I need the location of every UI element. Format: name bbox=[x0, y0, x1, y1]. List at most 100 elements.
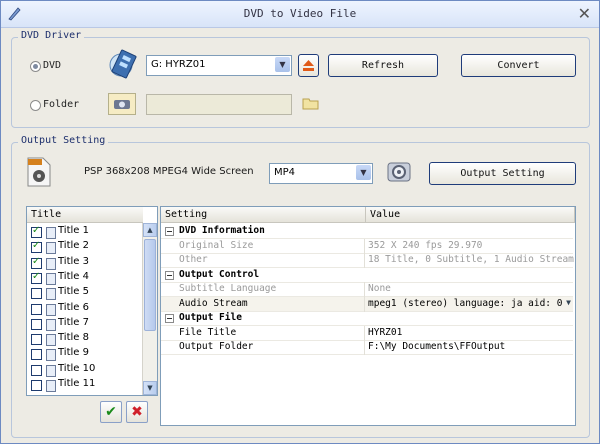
title-label: Title 9 bbox=[58, 347, 89, 359]
document-icon bbox=[46, 288, 56, 301]
chevron-down-icon[interactable]: ▼ bbox=[566, 298, 571, 307]
dvd-radio[interactable] bbox=[30, 61, 41, 72]
title-list-item[interactable]: Title 7 bbox=[31, 317, 141, 332]
grid-setting-row: Original Size 352 X 240 fps 29.970 bbox=[161, 238, 573, 254]
scroll-up-icon[interactable]: ▲ bbox=[143, 223, 157, 237]
setting-name: DVD Information bbox=[179, 225, 265, 236]
setting-value[interactable]: mpeg1 (stereo) language: ja aid: 0 bbox=[368, 298, 562, 309]
title-list-item[interactable]: Title 6 bbox=[31, 302, 141, 317]
grid-setting-row[interactable]: Output Folder F:\My Documents\FFOutput bbox=[161, 340, 573, 355]
value-column-header: Value bbox=[366, 207, 575, 223]
media-file-icon bbox=[27, 157, 51, 187]
format-select[interactable]: MP4 ▼ bbox=[269, 163, 373, 184]
title-list-item[interactable]: Title 4 bbox=[31, 271, 141, 286]
scroll-down-icon[interactable]: ▼ bbox=[143, 381, 157, 395]
grid-setting-row[interactable]: Audio Stream mpeg1 (stereo) language: ja … bbox=[161, 296, 573, 312]
title-list-item[interactable]: Title 9 bbox=[31, 347, 141, 362]
title-list-item[interactable]: Title 10 bbox=[31, 363, 141, 378]
document-icon bbox=[46, 272, 56, 285]
document-icon bbox=[46, 303, 56, 316]
document-icon bbox=[46, 318, 56, 331]
setting-name: Output File bbox=[179, 312, 242, 323]
setting-name: Other bbox=[179, 254, 208, 265]
setting-value: 18 Title, 0 Subtitle, 1 Audio Stream bbox=[368, 254, 574, 265]
title-checkbox[interactable] bbox=[31, 380, 42, 391]
title-checkbox[interactable] bbox=[31, 288, 42, 300]
title-checkbox[interactable] bbox=[31, 271, 42, 284]
setting-value: 352 X 240 fps 29.970 bbox=[368, 239, 483, 251]
refresh-button[interactable]: Refresh bbox=[328, 54, 438, 77]
title-list-item[interactable]: Title 5 bbox=[31, 286, 141, 301]
grid-setting-row: Other 18 Title, 0 Subtitle, 1 Audio Strea… bbox=[161, 253, 574, 268]
title-list-item[interactable]: Title 3 bbox=[31, 256, 141, 271]
collapse-icon[interactable] bbox=[165, 270, 174, 280]
folder-radio-label: Folder bbox=[43, 99, 80, 110]
dvd-radio-label: DVD bbox=[43, 60, 62, 71]
setting-name: Output Control bbox=[179, 268, 260, 280]
convert-button[interactable]: Convert bbox=[461, 54, 576, 77]
title-checkbox[interactable] bbox=[31, 364, 42, 376]
document-icon bbox=[46, 242, 56, 255]
close-icon[interactable]: ✕ bbox=[578, 4, 591, 23]
title-list: Title ▲ ▼ Title 1 Title 2 Title 3 Title 4 Ti… bbox=[26, 206, 158, 396]
setting-value[interactable]: HYRZ01 bbox=[368, 327, 402, 338]
dvd-driver-legend: DVD Driver bbox=[18, 30, 85, 41]
uncheck-all-button[interactable]: ✖ bbox=[126, 401, 148, 423]
eject-icon bbox=[303, 60, 314, 71]
title-list-item[interactable]: Title 8 bbox=[31, 332, 141, 347]
column-divider bbox=[364, 340, 365, 355]
format-select-value: MP4 bbox=[274, 167, 296, 178]
folder-camera-icon[interactable] bbox=[108, 93, 136, 115]
title-list-header: Title bbox=[27, 207, 143, 223]
scroll-thumb[interactable] bbox=[144, 239, 156, 331]
document-icon bbox=[46, 227, 56, 239]
title-list-item[interactable]: Title 1 bbox=[31, 225, 141, 240]
window-title: DVD to Video File bbox=[243, 7, 357, 20]
output-setting-button[interactable]: Output Setting bbox=[429, 162, 576, 185]
title-label: Title 10 bbox=[58, 362, 96, 374]
title-label: Title 11 bbox=[58, 378, 96, 389]
column-divider bbox=[364, 296, 365, 312]
folder-path-field bbox=[146, 94, 292, 115]
drive-select-value: G: HYRZ01 bbox=[151, 59, 206, 70]
title-checkbox[interactable] bbox=[31, 225, 42, 238]
title-label: Title 5 bbox=[58, 286, 89, 298]
column-divider bbox=[364, 253, 365, 268]
film-disc-icon bbox=[109, 49, 137, 79]
title-label: Title 7 bbox=[58, 316, 89, 328]
document-icon bbox=[46, 364, 56, 377]
folder-radio[interactable] bbox=[30, 100, 41, 111]
settings-grid: Setting Value DVD Information Original Si… bbox=[160, 206, 576, 426]
title-checkbox[interactable] bbox=[31, 318, 42, 330]
chevron-down-icon[interactable]: ▼ bbox=[356, 165, 371, 180]
title-checkbox[interactable] bbox=[31, 334, 42, 346]
collapse-icon[interactable] bbox=[165, 227, 174, 236]
title-label: Title 3 bbox=[58, 255, 89, 267]
output-setting-legend: Output Setting bbox=[18, 135, 109, 146]
chevron-down-icon[interactable]: ▼ bbox=[275, 57, 290, 72]
output-profile-name: PSP 368x208 MPEG4 Wide Screen bbox=[84, 166, 254, 177]
setting-name: Audio Stream bbox=[179, 297, 248, 309]
document-icon bbox=[46, 349, 56, 362]
column-divider bbox=[364, 325, 365, 341]
title-list-item[interactable]: Title 11 bbox=[31, 378, 141, 393]
title-checkbox[interactable] bbox=[31, 349, 42, 361]
check-all-button[interactable]: ✔ bbox=[100, 401, 122, 423]
title-checkbox[interactable] bbox=[31, 240, 42, 254]
grid-setting-row[interactable]: File Title HYRZ01 bbox=[161, 325, 573, 341]
title-label: Title 2 bbox=[58, 240, 89, 252]
dvd-driver-group: DVD Driver DVD G: HYRZ01 ▼ Refresh Conve… bbox=[11, 30, 590, 128]
title-checkbox[interactable] bbox=[31, 256, 42, 269]
drive-select[interactable]: G: HYRZ01 ▼ bbox=[146, 55, 292, 76]
title-label: Title 8 bbox=[58, 332, 89, 344]
document-icon bbox=[46, 257, 56, 270]
title-list-item[interactable]: Title 2 bbox=[31, 240, 141, 255]
eject-button[interactable] bbox=[298, 54, 319, 77]
main-window: DVD to Video File ✕ DVD Driver DVD G: HY… bbox=[0, 0, 600, 444]
column-divider bbox=[364, 282, 365, 297]
title-list-scrollbar[interactable]: ▲ ▼ bbox=[142, 223, 157, 395]
collapse-icon[interactable] bbox=[165, 314, 174, 323]
grid-setting-row: Subtitle Language None bbox=[161, 282, 573, 297]
title-checkbox[interactable] bbox=[31, 303, 42, 315]
setting-value[interactable]: F:\My Documents\FFOutput bbox=[368, 341, 505, 352]
